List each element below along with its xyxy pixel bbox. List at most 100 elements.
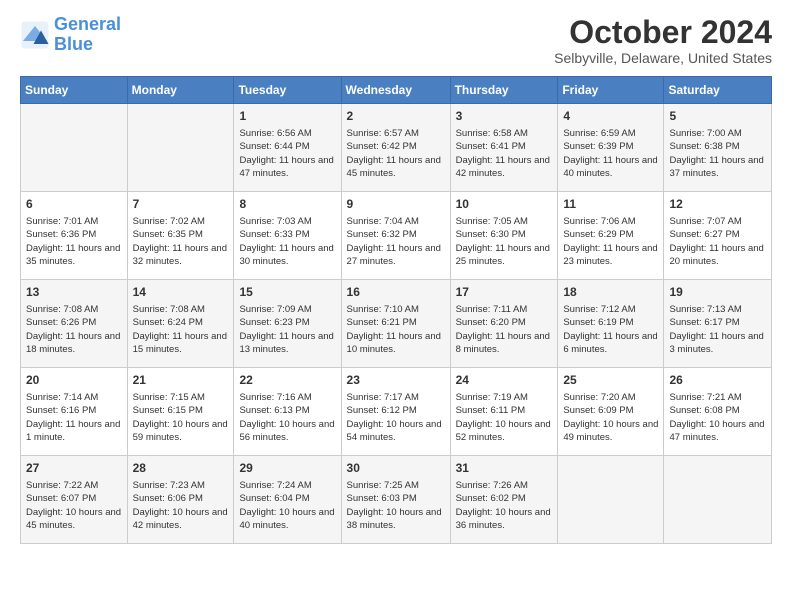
day-info: Sunrise: 7:08 AM Sunset: 6:26 PM Dayligh… <box>26 303 122 356</box>
day-info: Sunrise: 6:58 AM Sunset: 6:41 PM Dayligh… <box>456 127 553 180</box>
day-info: Sunrise: 7:10 AM Sunset: 6:21 PM Dayligh… <box>347 303 445 356</box>
calendar-cell: 14 Sunrise: 7:08 AM Sunset: 6:24 PM Dayli… <box>127 280 234 368</box>
day-info: Sunrise: 7:00 AM Sunset: 6:38 PM Dayligh… <box>669 127 766 180</box>
page: General Blue October 2024 Selbyville, De… <box>0 0 792 612</box>
day-number: 30 <box>347 460 445 477</box>
day-number: 14 <box>133 284 229 301</box>
day-number: 4 <box>563 108 658 125</box>
col-sunday: Sunday <box>21 77 128 104</box>
calendar-cell: 4 Sunrise: 6:59 AM Sunset: 6:39 PM Daylig… <box>558 104 664 192</box>
calendar-header: Sunday Monday Tuesday Wednesday Thursday… <box>21 77 772 104</box>
calendar-cell: 27 Sunrise: 7:22 AM Sunset: 6:07 PM Dayli… <box>21 456 128 544</box>
calendar-cell: 30Sunrise: 7:25 AM Sunset: 6:03 PM Dayli… <box>341 456 450 544</box>
day-info: Sunrise: 7:15 AM Sunset: 6:15 PM Dayligh… <box>133 391 229 444</box>
day-number: 15 <box>239 284 335 301</box>
day-number: 7 <box>133 196 229 213</box>
calendar-body: 1Sunrise: 6:56 AM Sunset: 6:44 PM Daylig… <box>21 104 772 544</box>
title-block: October 2024 Selbyville, Delaware, Unite… <box>554 15 772 66</box>
day-number: 6 <box>26 196 122 213</box>
logo-line2: Blue <box>54 34 93 54</box>
calendar-cell: 21 Sunrise: 7:15 AM Sunset: 6:15 PM Dayli… <box>127 368 234 456</box>
day-info: Sunrise: 7:13 AM Sunset: 6:17 PM Dayligh… <box>669 303 766 356</box>
day-info: Sunrise: 7:11 AM Sunset: 6:20 PM Dayligh… <box>456 303 553 356</box>
day-number: 12 <box>669 196 766 213</box>
day-info: Sunrise: 7:04 AM Sunset: 6:32 PM Dayligh… <box>347 215 445 268</box>
calendar-week-1: 1Sunrise: 6:56 AM Sunset: 6:44 PM Daylig… <box>21 104 772 192</box>
day-number: 26 <box>669 372 766 389</box>
calendar-subtitle: Selbyville, Delaware, United States <box>554 50 772 66</box>
calendar-cell: 1Sunrise: 6:56 AM Sunset: 6:44 PM Daylig… <box>234 104 341 192</box>
day-number: 5 <box>669 108 766 125</box>
calendar-cell: 6 Sunrise: 7:01 AM Sunset: 6:36 PM Daylig… <box>21 192 128 280</box>
day-info: Sunrise: 7:22 AM Sunset: 6:07 PM Dayligh… <box>26 479 122 532</box>
logo-text: General Blue <box>54 15 121 55</box>
day-number: 21 <box>133 372 229 389</box>
day-number: 22 <box>239 372 335 389</box>
day-number: 29 <box>239 460 335 477</box>
day-info: Sunrise: 7:14 AM Sunset: 6:16 PM Dayligh… <box>26 391 122 444</box>
calendar-cell <box>21 104 128 192</box>
col-saturday: Saturday <box>664 77 772 104</box>
day-info: Sunrise: 7:26 AM Sunset: 6:02 PM Dayligh… <box>456 479 553 532</box>
calendar-cell: 2Sunrise: 6:57 AM Sunset: 6:42 PM Daylig… <box>341 104 450 192</box>
day-info: Sunrise: 7:01 AM Sunset: 6:36 PM Dayligh… <box>26 215 122 268</box>
calendar-cell: 22 Sunrise: 7:16 AM Sunset: 6:13 PM Dayli… <box>234 368 341 456</box>
day-number: 18 <box>563 284 658 301</box>
calendar-cell: 26 Sunrise: 7:21 AM Sunset: 6:08 PM Dayli… <box>664 368 772 456</box>
calendar-cell: 7Sunrise: 7:02 AM Sunset: 6:35 PM Daylig… <box>127 192 234 280</box>
day-number: 9 <box>347 196 445 213</box>
col-wednesday: Wednesday <box>341 77 450 104</box>
day-number: 24 <box>456 372 553 389</box>
calendar-cell: 17 Sunrise: 7:11 AM Sunset: 6:20 PM Dayli… <box>450 280 558 368</box>
day-info: Sunrise: 7:19 AM Sunset: 6:11 PM Dayligh… <box>456 391 553 444</box>
calendar-cell: 24 Sunrise: 7:19 AM Sunset: 6:11 PM Dayli… <box>450 368 558 456</box>
day-number: 25 <box>563 372 658 389</box>
col-thursday: Thursday <box>450 77 558 104</box>
calendar-cell: 3 Sunrise: 6:58 AM Sunset: 6:41 PM Daylig… <box>450 104 558 192</box>
day-info: Sunrise: 6:56 AM Sunset: 6:44 PM Dayligh… <box>239 127 335 180</box>
day-info: Sunrise: 7:06 AM Sunset: 6:29 PM Dayligh… <box>563 215 658 268</box>
calendar-cell: 25 Sunrise: 7:20 AM Sunset: 6:09 PM Dayli… <box>558 368 664 456</box>
calendar-cell: 15 Sunrise: 7:09 AM Sunset: 6:23 PM Dayli… <box>234 280 341 368</box>
logo-line1: General <box>54 14 121 34</box>
day-number: 23 <box>347 372 445 389</box>
day-number: 27 <box>26 460 122 477</box>
calendar-cell: 13Sunrise: 7:08 AM Sunset: 6:26 PM Dayli… <box>21 280 128 368</box>
calendar-cell: 8Sunrise: 7:03 AM Sunset: 6:33 PM Daylig… <box>234 192 341 280</box>
calendar-cell: 19Sunrise: 7:13 AM Sunset: 6:17 PM Dayli… <box>664 280 772 368</box>
day-number: 17 <box>456 284 553 301</box>
calendar-cell: 29 Sunrise: 7:24 AM Sunset: 6:04 PM Dayli… <box>234 456 341 544</box>
calendar-title: October 2024 <box>554 15 772 50</box>
calendar-table: Sunday Monday Tuesday Wednesday Thursday… <box>20 76 772 544</box>
day-number: 20 <box>26 372 122 389</box>
calendar-week-5: 27 Sunrise: 7:22 AM Sunset: 6:07 PM Dayli… <box>21 456 772 544</box>
calendar-cell: 5 Sunrise: 7:00 AM Sunset: 6:38 PM Daylig… <box>664 104 772 192</box>
calendar-cell: 9 Sunrise: 7:04 AM Sunset: 6:32 PM Daylig… <box>341 192 450 280</box>
calendar-cell: 10Sunrise: 7:05 AM Sunset: 6:30 PM Dayli… <box>450 192 558 280</box>
day-info: Sunrise: 7:20 AM Sunset: 6:09 PM Dayligh… <box>563 391 658 444</box>
day-info: Sunrise: 7:16 AM Sunset: 6:13 PM Dayligh… <box>239 391 335 444</box>
calendar-cell: 16Sunrise: 7:10 AM Sunset: 6:21 PM Dayli… <box>341 280 450 368</box>
header: General Blue October 2024 Selbyville, De… <box>20 15 772 66</box>
day-info: Sunrise: 7:08 AM Sunset: 6:24 PM Dayligh… <box>133 303 229 356</box>
day-info: Sunrise: 7:03 AM Sunset: 6:33 PM Dayligh… <box>239 215 335 268</box>
day-info: Sunrise: 6:59 AM Sunset: 6:39 PM Dayligh… <box>563 127 658 180</box>
day-info: Sunrise: 7:23 AM Sunset: 6:06 PM Dayligh… <box>133 479 229 532</box>
calendar-cell: 18Sunrise: 7:12 AM Sunset: 6:19 PM Dayli… <box>558 280 664 368</box>
calendar-cell: 28Sunrise: 7:23 AM Sunset: 6:06 PM Dayli… <box>127 456 234 544</box>
day-info: Sunrise: 7:21 AM Sunset: 6:08 PM Dayligh… <box>669 391 766 444</box>
calendar-week-4: 20 Sunrise: 7:14 AM Sunset: 6:16 PM Dayli… <box>21 368 772 456</box>
col-friday: Friday <box>558 77 664 104</box>
calendar-cell <box>558 456 664 544</box>
calendar-cell: 31Sunrise: 7:26 AM Sunset: 6:02 PM Dayli… <box>450 456 558 544</box>
calendar-week-3: 13Sunrise: 7:08 AM Sunset: 6:26 PM Dayli… <box>21 280 772 368</box>
calendar-cell <box>127 104 234 192</box>
day-number: 2 <box>347 108 445 125</box>
logo-icon <box>20 20 50 50</box>
calendar-cell <box>664 456 772 544</box>
day-number: 3 <box>456 108 553 125</box>
day-info: Sunrise: 7:24 AM Sunset: 6:04 PM Dayligh… <box>239 479 335 532</box>
day-number: 10 <box>456 196 553 213</box>
day-info: Sunrise: 7:09 AM Sunset: 6:23 PM Dayligh… <box>239 303 335 356</box>
calendar-cell: 12Sunrise: 7:07 AM Sunset: 6:27 PM Dayli… <box>664 192 772 280</box>
